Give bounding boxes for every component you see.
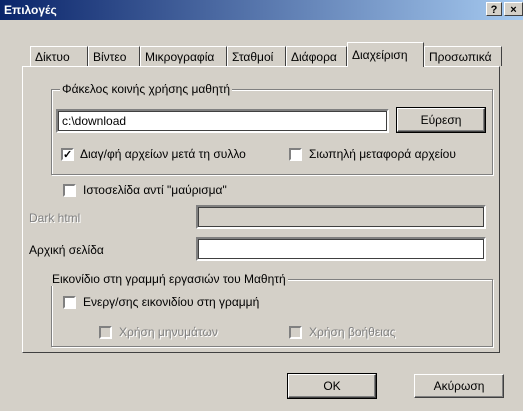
browse-button[interactable]: Εύρεση	[396, 107, 486, 133]
dark-html-label: Dark html	[29, 211, 81, 225]
help-button[interactable]: ?	[486, 2, 502, 16]
home-page-label: Αρχική σελίδα	[29, 243, 104, 257]
delete-after-collect-label: Διαγ/φή αρχείων μετά τη συλλο	[80, 147, 246, 161]
close-button[interactable]: ×	[504, 2, 523, 16]
tab-stations[interactable]: Σταθμοί	[227, 46, 286, 66]
silent-transfer-label: Σιωπηλή μεταφορά αρχείου	[309, 147, 456, 161]
tab-management[interactable]: Διαχείριση	[347, 42, 424, 67]
taskbar-icon-group-title: Εικονίδιο στη γραμμή εργασιών του Μαθητή	[50, 272, 288, 286]
use-messages-label: Χρήση μηνυμάτων	[119, 325, 218, 339]
window-title: Επιλογές	[4, 3, 57, 17]
tab-thumbnail[interactable]: Μικρογραφία	[140, 46, 227, 66]
cancel-button[interactable]: Ακύρωση	[414, 374, 504, 398]
use-help-label: Χρήση βοήθειας	[309, 325, 396, 339]
enable-taskbar-icon-label: Ενεργ/σης εικονιδίου στη γραμμή	[83, 295, 260, 309]
tab-network[interactable]: Δίκτυο	[30, 46, 88, 66]
tab-misc[interactable]: Διάφορα	[286, 46, 347, 66]
options-dialog: Επιλογές ? × Δίκτυο Βίντεο Μικρογραφία Σ…	[0, 0, 523, 411]
taskbar-icon-group: Εικονίδιο στη γραμμή εργασιών του Μαθητή	[50, 272, 493, 347]
title-bar: Επιλογές ? ×	[0, 0, 523, 20]
dark-html-input	[196, 205, 486, 229]
use-help-checkbox	[289, 326, 302, 339]
webpage-instead-blackout-label: Ιστοσελίδα αντί "μαύρισμα"	[83, 183, 227, 197]
shared-folder-path-input[interactable]: c:\download	[56, 109, 389, 133]
tab-video[interactable]: Βίντεο	[88, 46, 140, 66]
webpage-instead-blackout-checkbox[interactable]	[63, 184, 76, 197]
ok-button[interactable]: OK	[287, 373, 377, 399]
enable-taskbar-icon-checkbox[interactable]	[63, 296, 76, 309]
home-page-input[interactable]	[196, 237, 486, 261]
shared-folder-group-title: Φάκελος κοινής χρήσης μαθητή	[60, 82, 233, 96]
tab-personal[interactable]: Προσωπικά	[424, 46, 502, 66]
silent-transfer-checkbox[interactable]	[289, 148, 302, 161]
delete-after-collect-checkbox[interactable]: ✓	[61, 148, 74, 161]
use-messages-checkbox	[99, 326, 112, 339]
management-panel: Φάκελος κοινής χρήσης μαθητή c:\download…	[22, 66, 500, 353]
